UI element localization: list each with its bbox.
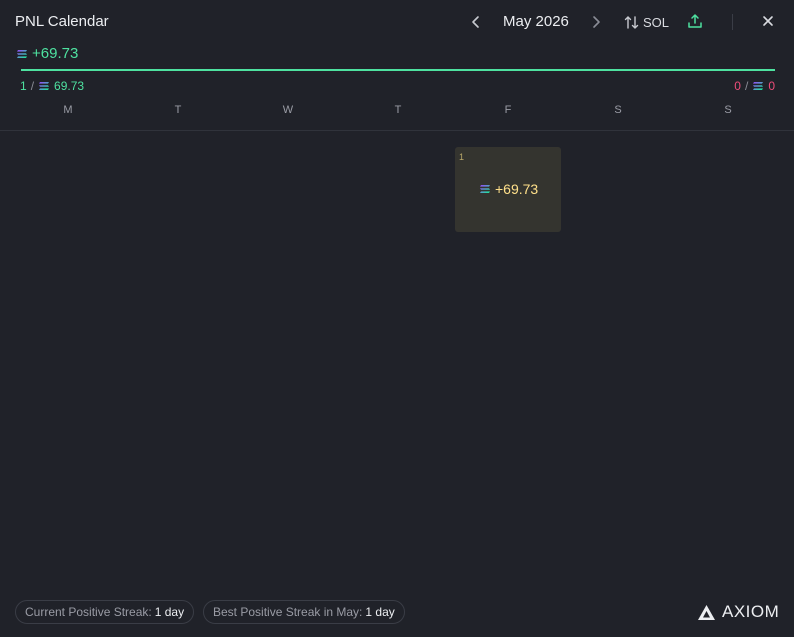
current-streak-badge: Current Positive Streak: 1 day xyxy=(15,600,195,624)
total-pnl-value: +69.73 xyxy=(32,45,79,62)
negative-days-count: 0 xyxy=(734,79,741,93)
weekday-label: M xyxy=(63,104,73,116)
day-pnl-value: +69.73 xyxy=(495,181,539,197)
solana-icon xyxy=(17,49,27,58)
positive-days-count: 1 xyxy=(20,79,27,93)
close-button[interactable] xyxy=(761,14,775,28)
chevron-left-icon xyxy=(472,16,479,28)
pnl-ratio-bar xyxy=(21,69,775,71)
chevron-right-icon xyxy=(593,16,600,28)
current-streak-label: Current Positive Streak: xyxy=(25,605,152,619)
weekday-label: W xyxy=(282,104,294,116)
prev-month-button[interactable] xyxy=(467,11,485,33)
best-streak-badge: Best Positive Streak in May: 1 day xyxy=(203,600,405,624)
next-month-button[interactable] xyxy=(587,11,605,33)
weekday-label: S xyxy=(614,104,622,116)
current-streak-value: 1 day xyxy=(154,605,185,619)
close-icon xyxy=(763,16,773,26)
calendar-day-cell[interactable]: 1 +69.73 xyxy=(455,147,561,232)
header-divider xyxy=(732,14,733,30)
positive-stats: 1 / 69.73 xyxy=(20,79,84,93)
best-streak-label: Best Positive Streak in May: xyxy=(213,605,363,619)
pnl-ratio-fill xyxy=(21,69,775,71)
upload-icon xyxy=(688,14,702,28)
positive-amount: 69.73 xyxy=(54,79,85,93)
swap-vertical-icon xyxy=(624,15,639,29)
stats-separator: / xyxy=(30,79,35,93)
header-separator xyxy=(0,130,794,131)
solana-icon xyxy=(480,185,490,193)
solana-icon xyxy=(753,82,764,90)
weekday-label: F xyxy=(504,104,512,116)
export-button[interactable] xyxy=(687,13,703,29)
currency-toggle-button[interactable]: SOL xyxy=(624,12,669,32)
best-streak-value: 1 day xyxy=(365,605,395,619)
brand-logo: AXIOM xyxy=(697,602,779,622)
weekday-header: M T W T F S S xyxy=(13,104,783,118)
brand-name: AXIOM xyxy=(722,602,780,621)
weekday-label: T xyxy=(174,104,182,116)
currency-label: SOL xyxy=(643,14,670,30)
day-pnl: +69.73 xyxy=(479,181,538,197)
weekday-label: S xyxy=(724,104,732,116)
day-number: 1 xyxy=(459,152,465,162)
total-pnl: +69.73 xyxy=(16,45,78,62)
modal-title: PNL Calendar xyxy=(15,13,109,30)
negative-stats: 0 / 0 xyxy=(734,79,775,93)
stats-separator: / xyxy=(744,79,749,93)
pnl-calendar-modal: PNL Calendar May 2026 SOL +69.73 1 / 69.… xyxy=(0,0,794,637)
axiom-logo-icon xyxy=(698,604,715,620)
month-label: May 2026 xyxy=(503,13,569,30)
negative-amount: 0 xyxy=(768,79,775,93)
weekday-label: T xyxy=(394,104,402,116)
solana-icon xyxy=(39,82,50,90)
header: PNL Calendar May 2026 SOL xyxy=(0,0,794,44)
